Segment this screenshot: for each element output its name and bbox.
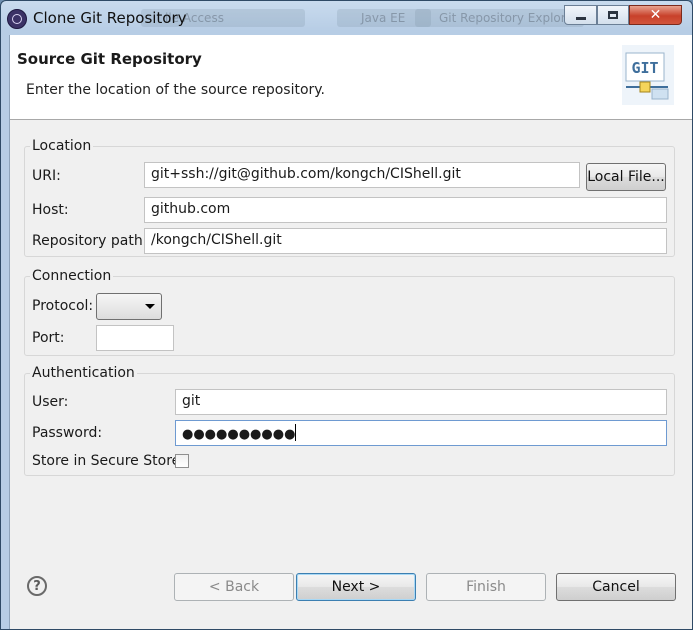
- repository-path-input[interactable]: /kongch/CIShell.git: [144, 228, 667, 254]
- password-input[interactable]: ●●●●●●●●●●: [175, 420, 667, 446]
- port-label: Port:: [32, 330, 65, 346]
- location-legend: Location: [30, 138, 94, 154]
- git-logo-icon: GIT: [622, 45, 674, 105]
- back-button[interactable]: < Back: [174, 573, 294, 601]
- port-input[interactable]: [96, 325, 174, 351]
- cancel-button[interactable]: Cancel: [556, 573, 676, 601]
- user-label: User:: [32, 394, 69, 410]
- protocol-label: Protocol:: [32, 298, 94, 314]
- chevron-down-icon: [145, 304, 155, 309]
- minimize-button[interactable]: [564, 5, 597, 25]
- close-icon: ✕: [649, 7, 662, 23]
- repository-path-label: Repository path:: [32, 233, 148, 249]
- next-button[interactable]: Next >: [296, 573, 416, 601]
- host-label: Host:: [32, 202, 69, 218]
- authentication-legend: Authentication: [30, 365, 137, 381]
- minimize-icon: [575, 16, 586, 20]
- user-input[interactable]: git: [175, 389, 667, 415]
- background-tab: Git Repository Explore: [415, 9, 584, 27]
- title-bar[interactable]: ile Access Java EE Git Repository Explor…: [1, 1, 692, 35]
- maximize-button[interactable]: [597, 5, 629, 25]
- protocol-select[interactable]: [96, 293, 162, 320]
- connection-legend: Connection: [30, 268, 114, 284]
- uri-label: URI:: [32, 168, 61, 184]
- text-caret: [295, 424, 297, 441]
- page-description: Enter the location of the source reposit…: [26, 82, 326, 98]
- close-button[interactable]: ✕: [629, 5, 682, 25]
- secure-store-checkbox[interactable]: [175, 454, 189, 468]
- clone-git-repository-dialog: ile Access Java EE Git Repository Explor…: [0, 0, 693, 630]
- maximize-icon: [608, 11, 618, 19]
- secure-store-label: Store in Secure Store: [32, 453, 181, 469]
- host-input[interactable]: github.com: [144, 197, 667, 223]
- git-logo-text: GIT: [631, 59, 658, 77]
- eclipse-icon: [7, 9, 27, 29]
- uri-input[interactable]: git+ssh://git@github.com/kongch/CIShell.…: [144, 162, 580, 188]
- password-masked-value: ●●●●●●●●●●: [182, 427, 296, 442]
- wizard-header: Source Git Repository Enter the location…: [10, 35, 692, 120]
- window-title: Clone Git Repository: [33, 9, 187, 27]
- dialog-body: Source Git Repository Enter the location…: [9, 35, 692, 629]
- finish-button[interactable]: Finish: [426, 573, 546, 601]
- page-title: Source Git Repository: [17, 50, 202, 68]
- password-label: Password:: [32, 425, 103, 441]
- help-icon[interactable]: ?: [27, 576, 47, 596]
- local-file-button[interactable]: Local File...: [586, 163, 666, 191]
